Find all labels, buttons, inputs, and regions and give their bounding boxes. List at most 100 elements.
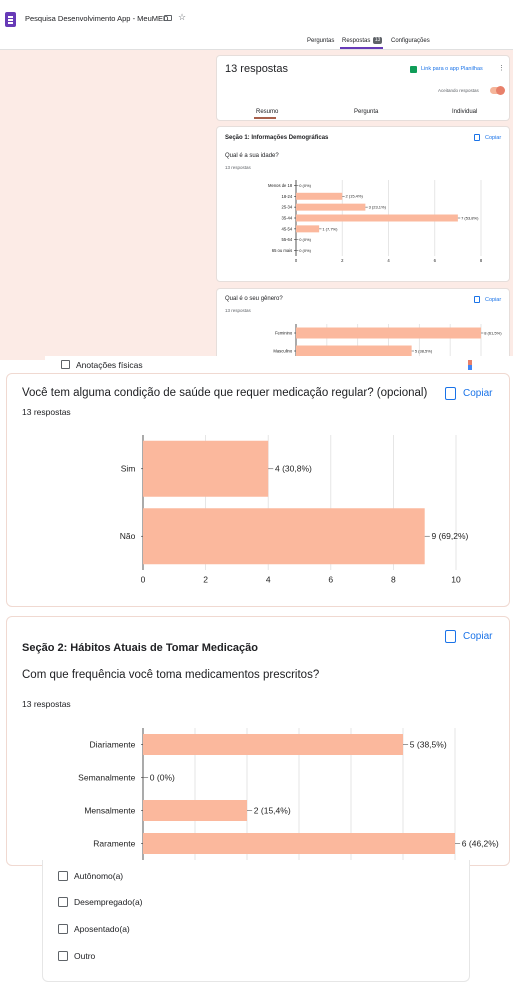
- bar: [296, 345, 412, 357]
- x-tick-label: 2: [341, 258, 344, 263]
- category-label: Sim: [121, 464, 136, 474]
- frequency-question: Com que frequência você toma medicamento…: [22, 669, 320, 681]
- bar: [296, 192, 343, 200]
- forms-app-icon[interactable]: [5, 12, 16, 27]
- star-icon[interactable]: ☆: [178, 12, 186, 23]
- category-label: 65 ou mais: [272, 248, 292, 253]
- category-label: Semanalmente: [78, 772, 135, 782]
- folder-icon[interactable]: [164, 15, 172, 21]
- copy-icon[interactable]: [445, 387, 456, 400]
- notes-checkbox[interactable]: [61, 360, 70, 369]
- category-label: 25-34: [282, 205, 293, 210]
- category-label: 18-24: [282, 194, 293, 199]
- copy-icon[interactable]: [474, 134, 480, 141]
- data-label: 0 (0%): [150, 772, 175, 782]
- data-label: 0 (0%): [299, 183, 311, 188]
- copy-button[interactable]: Copiar: [485, 297, 501, 303]
- frequency-response-count: 13 respostas: [22, 699, 71, 709]
- option-label: Autônomo(a): [74, 871, 124, 881]
- age-chart: Menos de 18 0 (0%) 18-24 2 (15,4%) 25-34 3 (2…: [268, 180, 483, 263]
- data-label: 0 (0%): [299, 248, 311, 253]
- age-response-count: 13 respostas: [225, 165, 251, 170]
- data-label: 2 (15,4%): [345, 194, 363, 199]
- subtab-individual[interactable]: Individual: [452, 109, 477, 115]
- responses-title: 13 respostas: [225, 63, 288, 75]
- x-tick-label: 8: [480, 258, 483, 263]
- x-tick-label: 0: [141, 574, 146, 584]
- data-label: 0 (0%): [299, 237, 311, 242]
- health-chart: Sim 4 (30,8%) Não 9 (69,2%) 0 2 4 6 8 10: [120, 435, 469, 584]
- data-label: 4 (30,8%): [275, 464, 312, 474]
- x-tick-label: 0: [295, 258, 298, 263]
- notes-label: Anotações físicas: [76, 360, 143, 370]
- data-label: 7 (53,8%): [461, 215, 479, 220]
- copy-button[interactable]: Copiar: [463, 631, 492, 642]
- bar: [143, 440, 269, 497]
- category-label: Não: [120, 531, 136, 541]
- bar: [143, 508, 425, 565]
- gender-question: Qual é o seu gênero?: [225, 296, 283, 302]
- data-label: 5 (38,5%): [415, 348, 433, 353]
- category-label: Diariamente: [90, 739, 136, 749]
- health-question: Você tem alguma condição de saúde que re…: [22, 387, 428, 399]
- option-checkbox[interactable]: [58, 924, 68, 934]
- data-label: 2 (15,4%): [254, 805, 291, 815]
- option-label: Outro: [74, 951, 96, 961]
- category-label: Feminino: [275, 330, 293, 335]
- category-label: Masculino: [273, 348, 293, 353]
- copy-button[interactable]: Copiar: [463, 388, 492, 399]
- bar: [143, 800, 247, 821]
- section2-title: Seção 2: Hábitos Atuais de Tomar Medicaç…: [22, 642, 258, 654]
- x-tick-label: 8: [391, 574, 396, 584]
- category-label: 55-64: [282, 237, 293, 242]
- data-label: 5 (38,5%): [410, 739, 447, 749]
- document-title[interactable]: Pesquisa Desenvolvimento App - MeuMED: [25, 14, 168, 23]
- active-subtab-indicator: [254, 117, 276, 119]
- gender-chart: Feminino 8 (61,5%) Masculino 5 (38,5%): [273, 324, 502, 360]
- subtab-resumo[interactable]: Resumo: [256, 109, 278, 115]
- subtab-pergunta[interactable]: Pergunta: [354, 109, 378, 115]
- tab-respostas[interactable]: Respostas: [342, 38, 370, 44]
- x-tick-label: 2: [203, 574, 208, 584]
- section1-title: Seção 1: Informações Demográficas: [225, 135, 329, 141]
- sheets-icon[interactable]: [410, 66, 417, 73]
- responses-count-badge: 13: [373, 37, 382, 44]
- category-label: Raramente: [93, 838, 135, 848]
- bar: [296, 214, 458, 222]
- category-label: Mensalmente: [84, 805, 135, 815]
- x-tick-label: 4: [266, 574, 271, 584]
- copy-icon[interactable]: [474, 296, 480, 303]
- frequency-chart: Diariamente 5 (38,5%) Semanalmente 0 (0%) Me…: [78, 728, 499, 860]
- bar: [143, 734, 403, 755]
- data-label: 3 (23,1%): [369, 205, 387, 210]
- category-label: 35-44: [282, 215, 293, 220]
- tab-perguntas[interactable]: Perguntas: [307, 38, 334, 44]
- copy-icon[interactable]: [445, 630, 456, 643]
- active-tab-indicator: [340, 47, 383, 49]
- flag-icon: [468, 360, 472, 370]
- tab-configuracoes[interactable]: Configurações: [391, 38, 430, 44]
- more-options-icon[interactable]: ⋮: [498, 64, 505, 72]
- data-label: 8 (61,5%): [484, 330, 502, 335]
- data-label: 1 (7,7%): [322, 226, 338, 231]
- health-response-count: 13 respostas: [22, 407, 71, 417]
- data-label: 6 (46,2%): [462, 838, 499, 848]
- copy-button[interactable]: Copiar: [485, 135, 501, 141]
- option-checkbox[interactable]: [58, 897, 68, 907]
- bar: [296, 327, 481, 339]
- x-tick-label: 6: [328, 574, 333, 584]
- data-label: 9 (69,2%): [432, 531, 469, 541]
- bar: [296, 203, 366, 211]
- option-checkbox[interactable]: [58, 951, 68, 961]
- bar: [143, 833, 455, 854]
- bar: [296, 225, 320, 233]
- gender-response-count: 13 respostas: [225, 308, 251, 313]
- category-label: Menos de 18: [268, 183, 293, 188]
- option-label: Aposentado(a): [74, 924, 130, 934]
- age-question: Qual é a sua idade?: [225, 153, 279, 159]
- option-label: Desempregado(a): [74, 897, 143, 907]
- x-tick-label: 10: [451, 574, 461, 584]
- option-checkbox[interactable]: [58, 871, 68, 881]
- accepting-responses-toggle[interactable]: [490, 86, 505, 95]
- sheets-link[interactable]: Link para o app Planilhas: [421, 66, 483, 72]
